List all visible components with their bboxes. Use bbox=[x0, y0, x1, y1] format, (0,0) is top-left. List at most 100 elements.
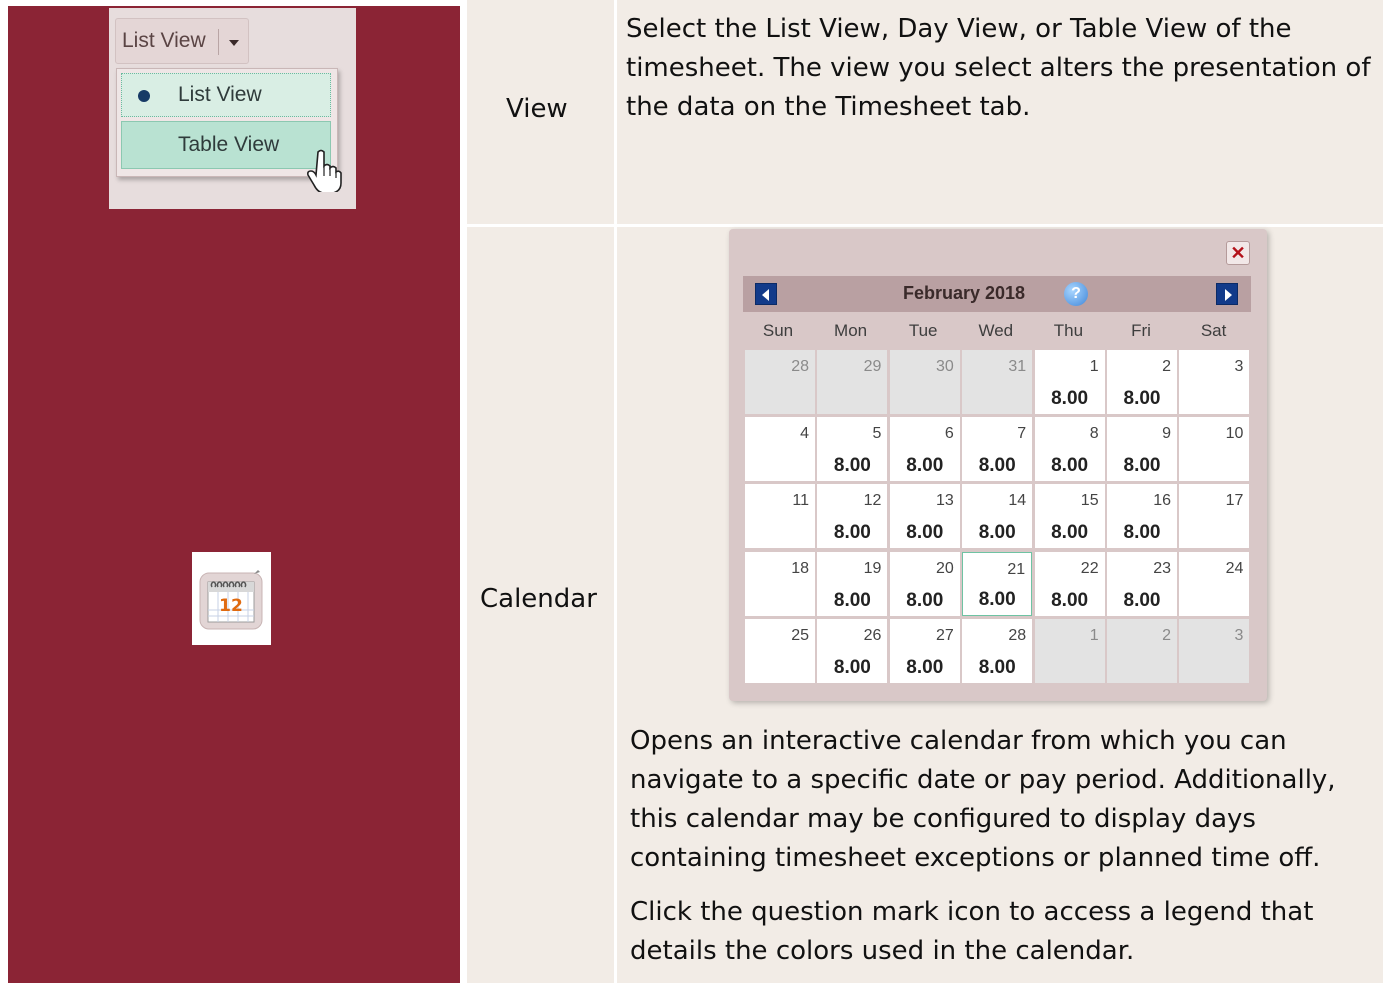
calendar-day[interactable]: 10 bbox=[1179, 417, 1250, 482]
calendar-day[interactable]: 22 8.00 bbox=[1034, 551, 1105, 616]
day-hours: 8.00 bbox=[1051, 455, 1089, 477]
day-number: 9 bbox=[1162, 425, 1171, 443]
day-number: 26 bbox=[863, 626, 882, 644]
day-number: 22 bbox=[1080, 559, 1099, 577]
day-number: 21 bbox=[1007, 560, 1026, 578]
calendar-day[interactable]: 28 8.00 bbox=[962, 618, 1033, 683]
day-number: 25 bbox=[791, 626, 809, 644]
calendar-day[interactable]: 7 8.00 bbox=[962, 417, 1033, 482]
calendar-day[interactable]: 9 8.00 bbox=[1107, 417, 1177, 482]
day-hours: 8.00 bbox=[1051, 522, 1089, 544]
day-number: 8 bbox=[1089, 425, 1099, 443]
previous-month-button[interactable] bbox=[755, 283, 777, 305]
view-dropdown-button[interactable]: List View bbox=[115, 18, 249, 64]
calendar-day[interactable]: 15 8.00 bbox=[1034, 484, 1105, 549]
calendar-day[interactable]: 19 8.00 bbox=[817, 551, 888, 616]
day-hours: 8.00 bbox=[1123, 455, 1161, 477]
calendar-day[interactable]: 13 8.00 bbox=[889, 484, 960, 549]
view-description: Select the List View, Day View, or Table… bbox=[626, 14, 1371, 122]
weekday-label: Wed bbox=[978, 321, 1014, 340]
day-number: 20 bbox=[936, 559, 954, 577]
day-hours: 8.00 bbox=[833, 589, 871, 611]
view-dropdown-label: List View bbox=[122, 29, 206, 52]
day-number: 1 bbox=[1089, 626, 1099, 644]
calendar-day[interactable]: 6 8.00 bbox=[889, 417, 960, 482]
day-hours: 8.00 bbox=[978, 588, 1016, 610]
view-dropdown-menu: List View Table View bbox=[116, 68, 338, 177]
calendar-day[interactable]: 16 8.00 bbox=[1107, 484, 1177, 549]
day-number: 28 bbox=[1008, 626, 1027, 644]
menu-item-list-view[interactable]: List View bbox=[121, 73, 331, 117]
calendar-day[interactable]: 3 bbox=[1179, 350, 1250, 414]
day-number: 18 bbox=[791, 559, 809, 577]
day-number: 31 bbox=[1008, 358, 1027, 375]
calendar-day[interactable]: 20 8.00 bbox=[889, 551, 960, 616]
close-icon[interactable]: ✕ bbox=[1226, 241, 1250, 265]
day-number: 10 bbox=[1225, 425, 1244, 443]
calendar-day[interactable]: 28 bbox=[745, 350, 815, 414]
calendar-day[interactable]: 31 bbox=[962, 350, 1033, 414]
day-hours: 8.00 bbox=[1051, 388, 1089, 409]
chevron-left-icon bbox=[762, 289, 769, 301]
day-number: 28 bbox=[791, 358, 809, 375]
day-number: 27 bbox=[936, 626, 954, 644]
calendar-header: February 2018 ? bbox=[743, 276, 1251, 312]
calendar-day[interactable]: 29 bbox=[817, 350, 888, 414]
weekday-label: Tue bbox=[908, 321, 938, 340]
calendar-day[interactable]: 3 bbox=[1179, 618, 1250, 683]
menu-item-label: Table View bbox=[178, 133, 280, 156]
calendar-description-2: Click the question mark icon to access a… bbox=[630, 897, 1314, 966]
calendar-icon-day: 12 bbox=[219, 596, 243, 616]
calendar-day[interactable]: 18 bbox=[745, 551, 815, 616]
day-number: 30 bbox=[936, 358, 954, 375]
day-hours: 8.00 bbox=[1123, 388, 1161, 409]
calendar-day[interactable]: 23 8.00 bbox=[1107, 551, 1177, 616]
help-question-icon[interactable]: ? bbox=[1064, 282, 1088, 306]
calendar-day-selected[interactable]: 21 8.00 bbox=[962, 551, 1033, 616]
calendar-day[interactable]: 2 bbox=[1107, 618, 1177, 683]
day-hours: 8.00 bbox=[833, 522, 871, 544]
day-number: 2 bbox=[1162, 358, 1171, 375]
calendar-day[interactable]: 24 bbox=[1179, 551, 1250, 616]
calendar-day[interactable]: 2 8.00 bbox=[1107, 350, 1177, 414]
day-hours: 8.00 bbox=[978, 522, 1016, 544]
calendar-day[interactable]: 4 bbox=[745, 417, 815, 482]
calendar-day[interactable]: 11 bbox=[745, 484, 815, 549]
calendar-day[interactable]: 1 8.00 bbox=[1034, 350, 1105, 414]
day-hours: 8.00 bbox=[906, 589, 944, 611]
day-number: 16 bbox=[1153, 492, 1171, 510]
dropdown-separator bbox=[218, 29, 219, 55]
day-hours: 8.00 bbox=[906, 656, 944, 678]
weekday-label: Mon bbox=[834, 321, 868, 340]
next-month-button[interactable] bbox=[1216, 283, 1238, 305]
weekday-label: Sun bbox=[762, 321, 794, 340]
calendar-day[interactable]: 30 bbox=[889, 350, 960, 414]
calendar-description-1: Opens an interactive calendar from which… bbox=[630, 726, 1336, 873]
calendar-day-grid: 28 29 30 31 1 8.00 2 8.00 3 4 5 8.00 6 8.00 7 8.00 8 8.00… bbox=[743, 348, 1251, 686]
day-number: 5 bbox=[872, 425, 882, 443]
calendar-day[interactable]: 8 8.00 bbox=[1034, 417, 1105, 482]
menu-item-table-view[interactable]: Table View bbox=[121, 121, 331, 169]
calendar-day[interactable]: 14 8.00 bbox=[962, 484, 1033, 549]
weekday-label: Fri bbox=[1131, 321, 1151, 340]
calendar-day[interactable]: 25 bbox=[745, 618, 815, 683]
calendar-day[interactable]: 27 8.00 bbox=[889, 618, 960, 683]
selected-dot-icon bbox=[138, 90, 150, 102]
day-hours: 8.00 bbox=[1051, 589, 1089, 611]
day-number: 6 bbox=[944, 425, 954, 443]
day-number: 29 bbox=[863, 358, 882, 375]
day-number: 13 bbox=[936, 492, 954, 510]
chevron-down-icon[interactable] bbox=[229, 40, 239, 46]
day-number: 1 bbox=[1089, 358, 1099, 375]
day-hours: 8.00 bbox=[978, 656, 1016, 678]
calendar-day[interactable]: 12 8.00 bbox=[817, 484, 888, 549]
row-label-calendar: Calendar bbox=[480, 584, 597, 614]
calendar-day[interactable]: 1 bbox=[1034, 618, 1105, 683]
calendar-icon[interactable]: 12 bbox=[192, 552, 271, 645]
day-number: 15 bbox=[1080, 492, 1099, 510]
calendar-day[interactable]: 26 8.00 bbox=[817, 618, 888, 683]
calendar-day[interactable]: 5 8.00 bbox=[817, 417, 888, 482]
day-number: 17 bbox=[1225, 492, 1244, 510]
calendar-day[interactable]: 17 bbox=[1179, 484, 1250, 549]
day-number: 4 bbox=[800, 425, 809, 443]
